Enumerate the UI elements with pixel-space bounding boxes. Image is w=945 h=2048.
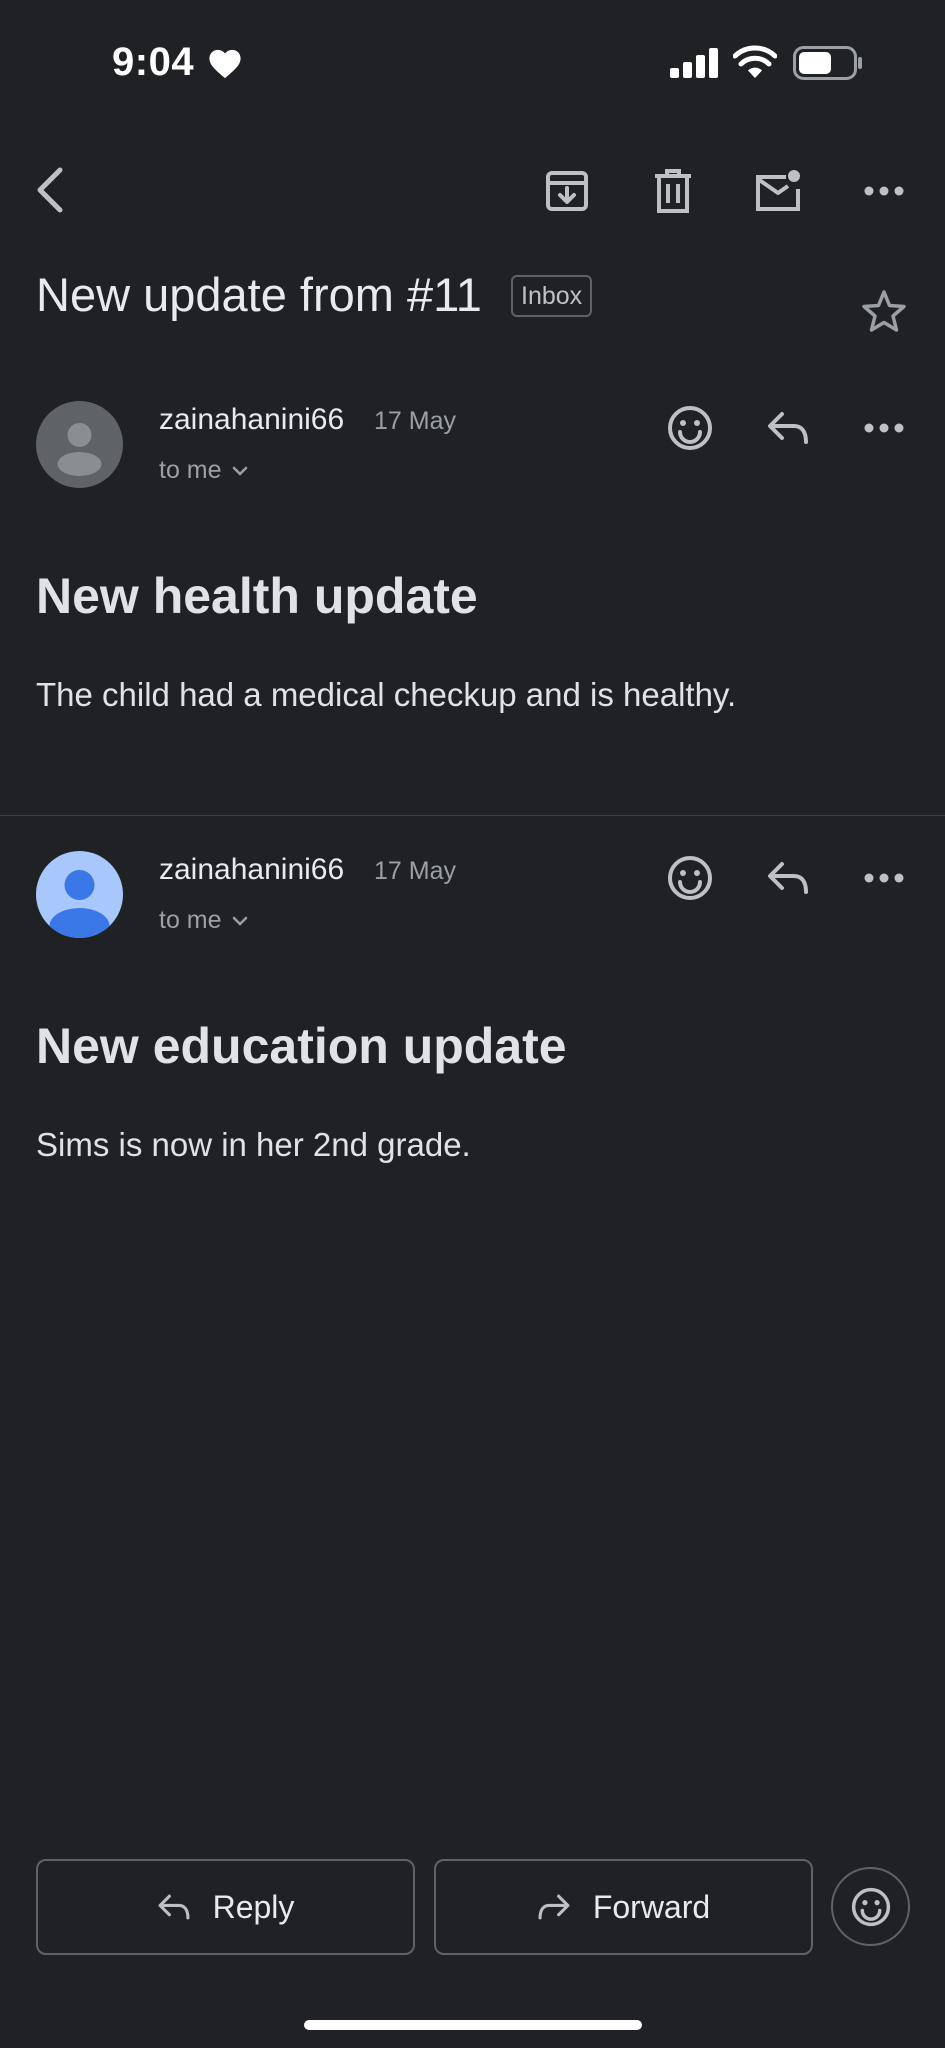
battery-icon [793,46,862,80]
wifi-icon [733,45,777,78]
reply-icon[interactable] [760,850,816,906]
message-body: Sims is now in her 2nd grade. [36,1126,471,1163]
more-icon[interactable] [858,850,910,906]
avatar[interactable] [36,851,123,938]
recipient-details-toggle[interactable]: to me [159,906,248,935]
home-indicator[interactable] [304,2020,642,2030]
status-bar: 9:04 [0,0,945,120]
forward-label: Forward [592,1888,711,1925]
reply-icon[interactable] [760,400,816,456]
reply-label: Reply [212,1888,295,1925]
reply-icon [158,1894,190,1920]
message-item[interactable]: zainahanini66 17 May to me [0,820,945,1200]
chevron-down-icon [232,466,247,476]
star-icon[interactable] [858,285,910,337]
sender-name: zainahanini66 [159,853,345,886]
message-date: 17 May [374,857,456,885]
message-item[interactable]: zainahanini66 17 May to me [0,370,945,810]
back-icon[interactable] [24,156,74,224]
cellular-signal-icon [670,48,718,78]
email-subject: New update from #11 Inbox [36,265,936,325]
reply-button[interactable]: Reply [36,1859,415,1955]
subject-title: New update from #11 [36,268,482,321]
chevron-down-icon [232,916,247,926]
archive-icon[interactable] [540,164,594,218]
status-time: 9:04 [112,40,195,84]
mark-unread-icon[interactable] [750,164,806,218]
more-icon[interactable] [858,164,910,218]
recipient-label: to me [159,906,222,934]
more-icon[interactable] [858,400,910,456]
forward-button[interactable]: Forward [434,1859,813,1955]
heart-icon [209,49,241,79]
forward-icon [538,1894,570,1920]
message-body: The child had a medical checkup and is h… [36,676,737,713]
email-thread-screen: 9:04 New update from #11 Inbox zainahani… [0,0,945,2048]
emoji-react-icon[interactable] [662,400,718,456]
inbox-label-badge[interactable]: Inbox [511,275,593,317]
message-heading: New health update [36,568,478,624]
message-heading: New education update [36,1018,567,1074]
emoji-react-button[interactable] [831,1867,910,1946]
toolbar [0,150,945,230]
avatar[interactable] [36,401,123,488]
delete-icon[interactable] [646,164,700,218]
emoji-react-icon[interactable] [662,850,718,906]
emoji-react-icon [851,1887,890,1926]
message-date: 17 May [374,407,456,435]
recipient-details-toggle[interactable]: to me [159,456,248,485]
recipient-label: to me [159,456,222,484]
sender-name: zainahanini66 [159,403,345,436]
message-divider [0,815,945,816]
